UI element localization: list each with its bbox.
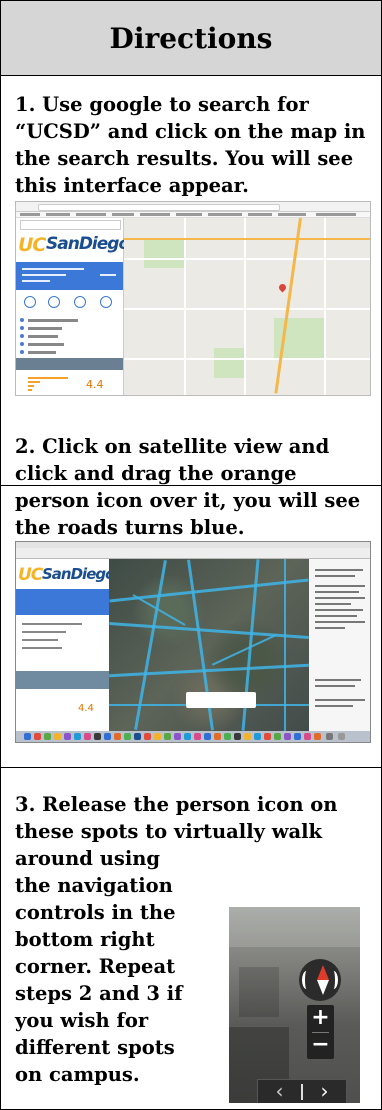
step-1-line: “UCSD” and click on the map in (15, 120, 366, 143)
step-3-line: the navigation (15, 874, 173, 897)
zoom-in-icon: + (311, 1005, 330, 1030)
logo-sandiego-text: SanDiego (42, 565, 115, 583)
logo-uc-text: UC (18, 565, 43, 585)
step-2-line: 2. Click on satellite view and (15, 435, 330, 458)
step-2-text: 2. Click on satellite view and click and… (15, 433, 360, 541)
review-histogram (28, 377, 68, 391)
save-icon (24, 296, 36, 308)
action-buttons (16, 294, 123, 314)
side-document (309, 559, 370, 731)
directions-header: Directions (1, 1, 381, 76)
step-1-line: 1. Use google to search for (15, 93, 309, 116)
browser-toolbar (16, 202, 370, 212)
street-view-card (186, 692, 256, 708)
browser-toolbar (16, 548, 370, 559)
directions-panel: Directions 1. Use google to search for “… (0, 0, 382, 1110)
step-2-line: the roads turns blue. (15, 516, 245, 539)
step-1-line: this interface appear. (15, 174, 249, 197)
send-icon (74, 296, 86, 308)
roadmap-view (124, 217, 370, 395)
ucsd-logo: UC SanDiego (16, 230, 130, 260)
share-icon (100, 296, 112, 308)
logo-sandiego-text: SanDiego (46, 234, 130, 254)
chevron-right-icon: › (320, 1079, 329, 1103)
chevron-left-icon: ‹ (275, 1079, 284, 1103)
address-bar (38, 204, 280, 211)
nearby-icon (48, 296, 60, 308)
photos-strip (16, 358, 123, 370)
divider (1, 767, 381, 768)
step-1-line: the search results. You will see (15, 147, 354, 170)
step-1-text: 1. Use google to search for “UCSD” and c… (15, 91, 365, 199)
place-panel: UC SanDiego 4.4 (16, 218, 130, 395)
step-3-line: around using (15, 847, 161, 870)
rotate-right-icon (329, 971, 338, 989)
mac-dock (16, 731, 370, 742)
rating-value: 4.4 (78, 703, 94, 714)
zoom-control: + − (307, 1005, 334, 1059)
google-maps-screenshot: UC SanDiego 4.4 (15, 201, 371, 396)
street-view-arrows: ‹ › (257, 1079, 347, 1103)
place-title-card (16, 262, 123, 290)
rating-value: 4.4 (86, 378, 104, 391)
step-2-line: click and drag the orange (15, 462, 297, 485)
page-title: Directions (109, 21, 273, 55)
satellite-screenshot: UC SanDiego 4.4 (15, 541, 371, 743)
location-pin-icon (277, 282, 288, 293)
compass-icon (299, 959, 341, 1001)
maps-search-box (20, 220, 121, 230)
logo-uc-text: UC (18, 234, 46, 256)
place-panel: UC SanDiego 4.4 (16, 559, 115, 731)
rotate-left-icon (302, 971, 311, 989)
street-view-controls-screenshot: + − ‹ › (229, 907, 360, 1103)
step-3-line: 3. Release the person icon on (15, 793, 338, 816)
step-3-line: these spots to virtually walk (15, 820, 323, 843)
step-2-line: person icon over it, you will see (15, 489, 361, 512)
zoom-out-icon: − (311, 1032, 330, 1057)
